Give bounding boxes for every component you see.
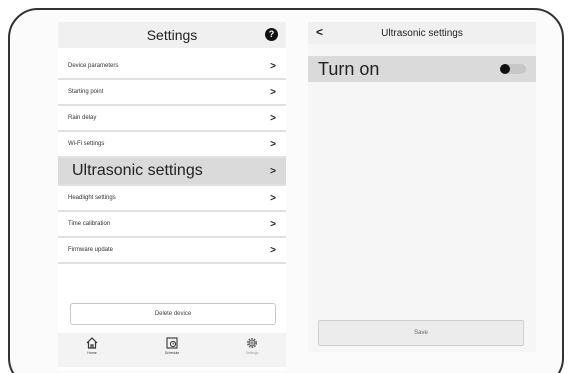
turn-on-label: Turn on xyxy=(318,58,380,79)
tab-label: Home xyxy=(87,351,97,355)
menu-item-firmware-update[interactable]: Firmware update > xyxy=(58,238,286,264)
chevron-right-icon: > xyxy=(270,113,276,124)
gear-icon xyxy=(247,338,257,348)
tab-schedule[interactable]: Schedule xyxy=(152,336,192,355)
menu-item-label: Rain delay xyxy=(68,115,97,121)
menu-item-label: Starting point xyxy=(68,89,104,95)
chevron-right-icon: > xyxy=(270,139,276,150)
back-icon[interactable]: < xyxy=(316,25,323,39)
settings-menu: Device parameters > Starting point > Rai… xyxy=(58,54,286,264)
tab-label: Settings xyxy=(245,351,259,355)
chevron-right-icon: > xyxy=(270,193,276,204)
menu-item-headlight-settings[interactable]: Headlight settings > xyxy=(58,186,286,212)
menu-item-time-calibration[interactable]: Time calibration > xyxy=(58,212,286,238)
schedule-icon xyxy=(166,337,178,349)
ultrasonic-header: < Ultrasonic settings xyxy=(308,22,536,44)
home-icon xyxy=(86,337,98,349)
menu-item-label: Firmware update xyxy=(68,247,114,253)
menu-item-label: Wi-Fi settings xyxy=(68,141,105,147)
menu-item-rain-delay[interactable]: Rain delay > xyxy=(58,106,286,132)
menu-item-label: Device parameters xyxy=(68,63,119,69)
turn-on-toggle[interactable] xyxy=(500,64,526,74)
chevron-right-icon: > xyxy=(270,87,276,98)
chevron-right-icon: > xyxy=(270,61,276,72)
menu-item-ultrasonic-settings[interactable]: Ultrasonic settings > xyxy=(58,158,286,186)
menu-item-label: Ultrasonic settings xyxy=(72,162,203,179)
menu-item-starting-point[interactable]: Starting point > xyxy=(58,80,286,106)
delete-device-button[interactable]: Delete device xyxy=(70,303,276,325)
chevron-right-icon: > xyxy=(270,219,276,230)
settings-header: Settings ? xyxy=(58,22,286,48)
chevron-right-icon: > xyxy=(270,245,276,256)
tab-label: Schedule xyxy=(164,351,180,355)
tab-settings[interactable]: Settings xyxy=(232,336,272,355)
help-icon[interactable]: ? xyxy=(265,28,278,41)
menu-item-wifi-settings[interactable]: Wi-Fi settings > xyxy=(58,132,286,158)
turn-on-row: Turn on xyxy=(308,56,536,82)
ultrasonic-settings-pane: < Ultrasonic settings Turn on Save xyxy=(308,22,536,352)
menu-item-label: Headlight settings xyxy=(68,195,116,201)
settings-pane: Settings ? Device parameters > Starting … xyxy=(58,22,286,370)
toggle-knob xyxy=(500,64,510,74)
bottom-tab-bar: Home Schedule Settings xyxy=(58,333,286,367)
menu-item-device-parameters[interactable]: Device parameters > xyxy=(58,54,286,80)
tab-home[interactable]: Home xyxy=(72,336,112,355)
menu-item-label: Time calibration xyxy=(68,221,111,227)
save-button[interactable]: Save xyxy=(318,320,524,346)
page-title: Settings xyxy=(146,27,198,43)
chevron-right-icon: > xyxy=(270,166,276,177)
page-title: Ultrasonic settings xyxy=(381,27,463,39)
